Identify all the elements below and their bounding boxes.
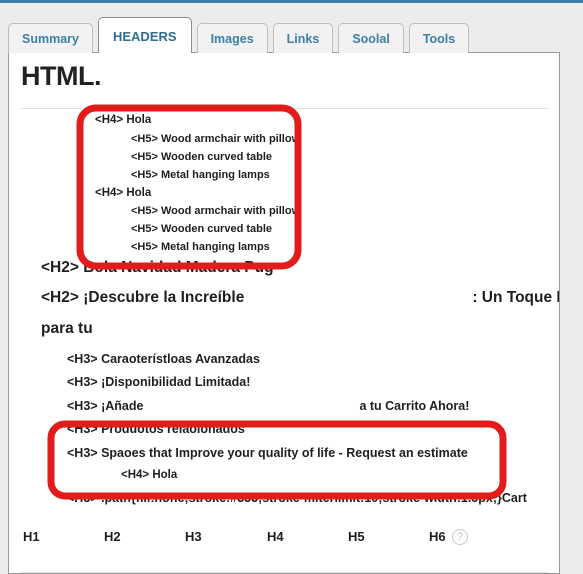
heading-tag: <H4> (95, 186, 124, 199)
tab-label: Links (286, 31, 320, 46)
tab-soolal[interactable]: Soolal (338, 22, 404, 53)
heading-row: <H3> ¡Disponibilidad Limitada! (67, 375, 559, 389)
heading-row: <H3> Produotos relaolonados (67, 422, 559, 436)
redacted-text (177, 470, 231, 482)
tab-tools[interactable]: Tools (408, 22, 470, 53)
top-accent-bar (0, 0, 583, 3)
heading-tag: <H3> (67, 445, 98, 460)
heading-tag: <H2> (41, 288, 79, 306)
help-icon[interactable]: ? (452, 529, 468, 545)
heading-tag: <H5> (131, 241, 158, 253)
heading-tag: <H4> (121, 469, 150, 481)
legend-h4[interactable]: H4 (267, 529, 284, 544)
right-gutter (561, 52, 583, 574)
heading-row: <H5> Wood armchair with pillow (131, 205, 559, 217)
heading-row: <H4> Hola (95, 186, 559, 200)
heading-row: <H3> Spaoes that Improve your quality of… (67, 445, 559, 460)
heading-text: Caraoterístloas Avanzadas (101, 351, 260, 366)
heading-text: ¡Descubre la Increíble (83, 288, 245, 306)
title-divider (21, 108, 549, 109)
heading-tag: <H5> (131, 223, 158, 235)
heading-row: <H5> Metal hanging lamps (131, 241, 559, 253)
heading-tag: <H5> (131, 132, 158, 145)
heading-text-continued: : Un Toque Exclusivo (472, 288, 559, 306)
tab-label: Summary (22, 31, 79, 46)
legend-h1[interactable]: H1 (23, 529, 40, 544)
heading-row: <H5> Metal hanging lamps (131, 168, 559, 181)
heading-text: Metal hanging lamps (160, 168, 270, 181)
heading-row: <H4> Hola (121, 469, 559, 482)
heading-text: Wood armchair with pillow (160, 205, 301, 217)
content-panel: HTML. <H4> Hola <H5> Wood armchair with … (8, 52, 560, 574)
heading-text: Wooden curved table (160, 150, 273, 163)
heading-tag: <H3> (67, 351, 98, 366)
tab-label: HEADERS (112, 29, 177, 44)
heading-tag: <H4> (95, 114, 124, 126)
heading-text: ¡Disponibilidad Limitada! (101, 375, 251, 389)
heading-row-wrap: para tu (41, 320, 559, 337)
tab-strip: Summary HEADERS Images Links Soolal Tools (8, 15, 583, 53)
heading-row: <H2> ¡Descubre la Increíble : Un Toque E… (41, 288, 559, 306)
heading-text: Metal hanging lamps (160, 241, 270, 253)
heading-text: Wooden curved table (160, 223, 273, 235)
headings-list: <H4> Hola <H5> Wood armchair with pillow… (9, 114, 559, 515)
heading-tag: <H3> (67, 490, 98, 505)
heading-row: <H4> Hola (95, 114, 559, 127)
heading-text: Hola (126, 114, 152, 126)
heading-row: <H5> Wooden curved table (131, 150, 559, 163)
heading-text: Spaoes that Improve your quality of life… (101, 445, 468, 460)
heading-tag: <H5> (131, 150, 158, 163)
tab-summary[interactable]: Summary (8, 22, 93, 53)
heading-text: Produotos relaolonados (101, 422, 245, 436)
legend-h3[interactable]: H3 (185, 529, 202, 544)
tab-label: Tools (422, 31, 456, 46)
legend-h2[interactable]: H2 (104, 529, 121, 544)
heading-tag: <H3> (67, 398, 98, 413)
heading-text: Hola (126, 186, 152, 199)
tab-label: Images (210, 31, 254, 46)
tab-headers[interactable]: HEADERS (97, 17, 192, 53)
heading-text: .path{fill:none;stroke:#333;stroke-miter… (101, 490, 527, 505)
legend-h5[interactable]: H5 (348, 529, 365, 544)
heading-level-legend: ? H1 H2 H3 H4 H5 H6 (9, 517, 559, 563)
heading-text: Hola (152, 469, 178, 481)
tab-images[interactable]: Images (196, 22, 268, 53)
heading-row: <H2> Bola Navidad Madera Pug (41, 259, 559, 276)
heading-tag: <H3> (67, 375, 98, 389)
tab-label: Soolal (352, 31, 390, 46)
tab-links[interactable]: Links (272, 22, 334, 53)
heading-tag: <H5> (131, 168, 158, 181)
legend-h6[interactable]: H6 (429, 529, 446, 544)
heading-text-continued: a tu Carrito Ahora! (359, 398, 470, 413)
redacted-text (143, 400, 359, 413)
heading-row: <H3> ¡Añade a tu Carrito Ahora! (67, 398, 559, 413)
heading-row: <H3> .path{fill:none;stroke:#333;stroke-… (67, 490, 559, 505)
heading-text: Wood armchair with pillow (160, 132, 301, 145)
heading-tag: <H3> (67, 422, 98, 436)
page-title: HTML. (21, 61, 101, 91)
redacted-text (151, 115, 205, 127)
heading-row: <H3> Caraoterístloas Avanzadas (67, 351, 559, 366)
heading-row: <H5> Wood armchair with pillow (131, 132, 559, 145)
heading-row: <H5> Wooden curved table (131, 223, 559, 235)
redacted-text (151, 188, 205, 200)
heading-tag: <H5> (131, 205, 158, 217)
redacted-text (244, 290, 472, 306)
heading-text: ¡Añade (101, 398, 144, 413)
heading-tag: <H2> (41, 259, 79, 276)
heading-text-wrapped: para tu (41, 320, 93, 337)
heading-text: Bola Navidad Madera Pug (83, 259, 274, 276)
footer-divider (21, 572, 549, 573)
redacted-text (93, 321, 153, 337)
